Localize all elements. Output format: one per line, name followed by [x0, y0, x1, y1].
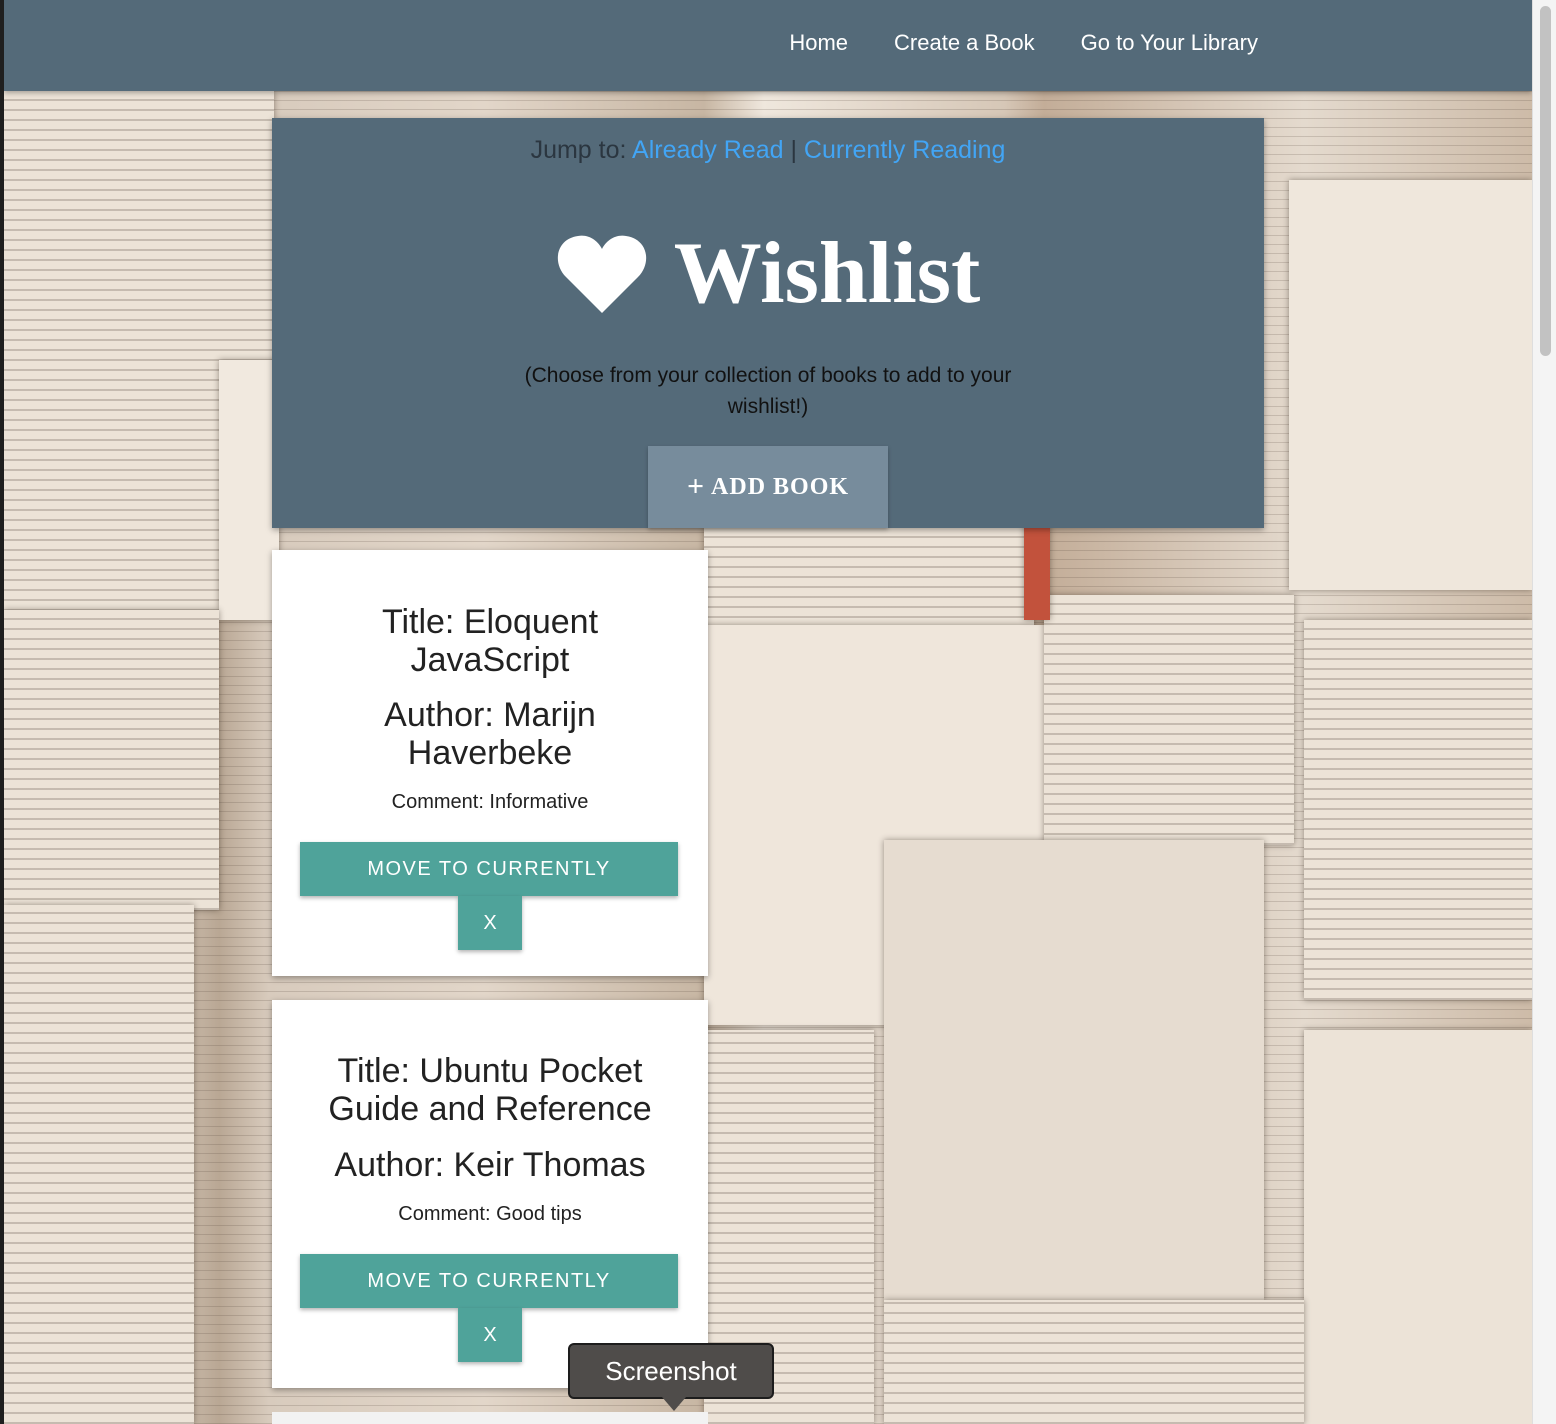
book-card: Title: Ubuntu Pocket Guide and Reference… — [272, 1000, 708, 1388]
plus-icon: + — [686, 470, 706, 503]
book-author: Author: Marijn Haverbeke — [384, 696, 596, 772]
jump-link-already-read[interactable]: Already Read — [632, 136, 783, 164]
browser-viewport: Home Create a Book Go to Your Library Ju… — [4, 0, 1532, 1424]
book-title: Title: Eloquent JavaScript — [381, 603, 599, 679]
nav-links: Home Create a Book Go to Your Library — [789, 30, 1258, 56]
move-to-currently-button[interactable]: MOVE TO CURRENTLY — [300, 842, 678, 896]
background-book-page — [884, 1300, 1304, 1424]
remove-book-button[interactable]: X — [458, 896, 522, 950]
add-book-label: ADD BOOK — [711, 473, 850, 500]
screenshot-tooltip: Screenshot — [568, 1343, 774, 1411]
background-book-page — [704, 528, 1034, 628]
jump-separator: | — [790, 136, 797, 164]
book-title: Title: Ubuntu Pocket Guide and Reference — [328, 1052, 652, 1128]
background-book-page — [4, 610, 219, 910]
nav-link-library[interactable]: Go to Your Library — [1081, 30, 1258, 56]
wishlist-header-panel: Jump to: Already Read | Currently Readin… — [272, 118, 1264, 528]
background-book-page — [884, 840, 1264, 1300]
book-comment: Comment: Informative — [391, 791, 589, 813]
background-book-page — [4, 905, 194, 1424]
tooltip-arrow — [662, 1397, 686, 1411]
tooltip-text: Screenshot — [605, 1355, 737, 1386]
scrollbar-thumb[interactable] — [1540, 6, 1551, 356]
page-subtitle: (Choose from your collection of books to… — [524, 364, 1012, 418]
jump-link-currently-reading[interactable]: Currently Reading — [804, 136, 1006, 164]
book-card — [272, 1412, 708, 1424]
background-book-page — [1304, 1030, 1532, 1424]
top-navbar: Home Create a Book Go to Your Library — [4, 0, 1532, 91]
heart-icon — [557, 235, 646, 313]
page-title-row: Wishlist — [272, 230, 1264, 318]
background-book-page — [219, 360, 279, 620]
jump-to-label: Jump to: — [530, 136, 627, 164]
book-comment: Comment: Good tips — [398, 1203, 582, 1225]
nav-link-home[interactable]: Home — [789, 30, 848, 56]
book-card: Title: Eloquent JavaScript Author: Marij… — [272, 550, 708, 976]
vertical-scrollbar[interactable] — [1532, 0, 1556, 1424]
background-book-spine — [1024, 520, 1050, 620]
remove-book-button[interactable]: X — [458, 1308, 522, 1362]
background-book-page — [1304, 620, 1532, 1000]
book-author: Author: Keir Thomas — [334, 1146, 646, 1184]
page-title: Wishlist — [673, 225, 981, 322]
add-book-button[interactable]: + ADD BOOK — [648, 446, 888, 528]
background-book-page — [1044, 595, 1294, 845]
nav-link-create-book[interactable]: Create a Book — [894, 30, 1035, 56]
background-book-page — [1289, 180, 1532, 590]
move-to-currently-button[interactable]: MOVE TO CURRENTLY — [300, 1254, 678, 1308]
jump-to-bar: Jump to: Already Read | Currently Readin… — [272, 136, 1264, 165]
